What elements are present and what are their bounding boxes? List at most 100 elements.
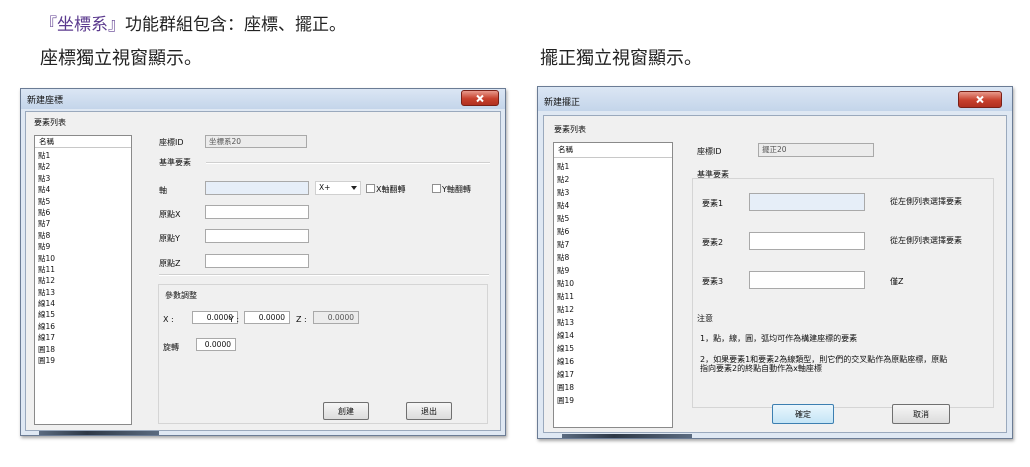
note-1: 1，點，線，圓，弧均可作為構建座標的要素: [700, 334, 858, 343]
list-item[interactable]: 線17: [35, 332, 131, 343]
list-item[interactable]: 點3: [35, 173, 131, 184]
origin-x-label: 原點X: [159, 210, 181, 219]
list-item[interactable]: 點1: [554, 160, 672, 173]
list-item[interactable]: 點2: [35, 161, 131, 172]
y-offset-field[interactable]: 0.0000: [244, 311, 290, 324]
origin-z-field[interactable]: [205, 254, 309, 268]
list-item[interactable]: 點6: [35, 207, 131, 218]
cancel-button[interactable]: 取消: [892, 404, 950, 424]
list-item[interactable]: 圓18: [554, 381, 672, 394]
list-item[interactable]: 圓19: [35, 355, 131, 366]
x-label: X :: [163, 315, 174, 324]
divider: [159, 274, 489, 276]
heading-rest: 功能群組包含：座標、擺正。: [125, 15, 346, 35]
list-item[interactable]: 點4: [554, 199, 672, 212]
intro-heading: 『坐標系』功能群組包含：座標、擺正。: [40, 10, 346, 35]
list-item[interactable]: 點12: [554, 303, 672, 316]
heading-close-quote: 』: [108, 15, 125, 35]
element-list[interactable]: 名稱 點1 點2 點3 點4 點5 點6 點7 點8 點9 點10 點11 點12 點13 線14 線15 線…: [34, 135, 132, 425]
list-item[interactable]: 線14: [554, 329, 672, 342]
coord-dialog: 新建座標 要素列表 名稱 點1 點2 點3 點4 點5 點6 點7 點8 點9 點10 點11 點12…: [20, 88, 506, 436]
elem2-hint: 從左側列表選擇要素: [890, 236, 962, 245]
origin-y-field[interactable]: [205, 229, 309, 243]
list-item[interactable]: 點1: [35, 150, 131, 161]
elem2-field[interactable]: [749, 232, 865, 250]
list-item[interactable]: 點7: [554, 238, 672, 251]
divider: [206, 162, 490, 164]
note-2-line2: 指向要素2的終點自動作為x軸座標: [700, 364, 822, 373]
id-label: 座標ID: [159, 138, 184, 147]
y-flip-checkbox[interactable]: [432, 184, 441, 193]
taskbar-strip: [562, 434, 692, 438]
list-label: 要素列表: [554, 125, 586, 134]
coord-title: 新建座標: [27, 96, 64, 106]
z-label: Z :: [296, 315, 307, 324]
origin-z-label: 原點Z: [159, 259, 181, 268]
axis-field[interactable]: [205, 181, 309, 195]
list-item[interactable]: 點5: [554, 212, 672, 225]
list-header: 名稱: [35, 136, 131, 148]
z-offset-field[interactable]: 0.0000: [313, 311, 359, 324]
list-item[interactable]: 點8: [554, 251, 672, 264]
list-item[interactable]: 點10: [554, 277, 672, 290]
axis-select[interactable]: X+: [315, 181, 361, 195]
x-flip-checkbox[interactable]: [366, 184, 375, 193]
close-icon: [976, 95, 984, 104]
align-dialog: 新建擺正 要素列表 名稱 點1 點2 點3 點4 點5 點6 點7 點8 點9 點10 點11 點12…: [537, 86, 1013, 439]
close-button[interactable]: [958, 91, 1002, 108]
exit-button[interactable]: 退出: [406, 402, 452, 420]
rotate-label: 旋轉: [163, 343, 179, 352]
origin-x-field[interactable]: [205, 205, 309, 219]
note-title: 注意: [697, 314, 713, 323]
list-item[interactable]: 點13: [35, 287, 131, 298]
taskbar-strip: [39, 431, 159, 435]
list-item[interactable]: 線16: [554, 355, 672, 368]
close-icon: [476, 94, 484, 102]
list-item[interactable]: 點11: [35, 264, 131, 275]
list-item[interactable]: 點13: [554, 316, 672, 329]
list-item[interactable]: 點10: [35, 253, 131, 264]
rotate-field[interactable]: 0.0000: [196, 338, 236, 351]
list-item[interactable]: 點5: [35, 196, 131, 207]
y-label: Y :: [229, 315, 240, 324]
list-item[interactable]: 點11: [554, 290, 672, 303]
list-item[interactable]: 點2: [554, 173, 672, 186]
list-item[interactable]: 點9: [35, 241, 131, 252]
element-list[interactable]: 名稱 點1 點2 點3 點4 點5 點6 點7 點8 點9 點10 點11 點12 點13 線14 線15 線…: [553, 142, 673, 428]
list-item[interactable]: 線15: [554, 342, 672, 355]
align-title: 新建擺正: [544, 98, 581, 108]
caption-left: 座標獨立視窗顯示。: [40, 48, 202, 69]
id-field[interactable]: 擺正20: [758, 143, 874, 157]
list-item[interactable]: 點8: [35, 230, 131, 241]
list-item[interactable]: 線14: [35, 298, 131, 309]
x-flip-label: X軸翻轉: [376, 185, 406, 194]
list-item[interactable]: 點3: [554, 186, 672, 199]
list-item[interactable]: 圓18: [35, 344, 131, 355]
id-field[interactable]: 坐標系20: [205, 135, 307, 148]
elem2-label: 要素2: [702, 238, 724, 247]
list-item[interactable]: 線16: [35, 321, 131, 332]
list-item[interactable]: 線17: [554, 368, 672, 381]
close-button[interactable]: [461, 90, 499, 106]
list-item[interactable]: 點6: [554, 225, 672, 238]
list-label: 要素列表: [34, 118, 66, 127]
create-button[interactable]: 創建: [323, 402, 369, 420]
elem1-field[interactable]: [749, 193, 865, 211]
align-titlebar: 新建擺正: [538, 87, 1012, 111]
list-item[interactable]: 線15: [35, 309, 131, 320]
list-item[interactable]: 點4: [35, 184, 131, 195]
caption-right: 擺正獨立視窗顯示。: [540, 48, 702, 69]
list-item[interactable]: 點7: [35, 218, 131, 229]
list-header: 名稱: [554, 143, 672, 158]
ok-button[interactable]: 確定: [772, 404, 834, 424]
chevron-down-icon: [351, 186, 357, 190]
list-item[interactable]: 圓19: [554, 394, 672, 407]
coord-titlebar: 新建座標: [21, 89, 505, 109]
elem3-field[interactable]: [749, 271, 865, 289]
list-item[interactable]: 點9: [554, 264, 672, 277]
coord-client: 要素列表 名稱 點1 點2 點3 點4 點5 點6 點7 點8 點9 點10 點11 點12 點13 線1…: [25, 111, 501, 431]
elem3-hint: 僅Z: [890, 277, 904, 286]
align-client: 要素列表 名稱 點1 點2 點3 點4 點5 點6 點7 點8 點9 點10 點11 點12 點13 線1…: [543, 115, 1007, 433]
list-item[interactable]: 點12: [35, 275, 131, 286]
elem1-hint: 從左側列表選擇要素: [890, 197, 962, 206]
